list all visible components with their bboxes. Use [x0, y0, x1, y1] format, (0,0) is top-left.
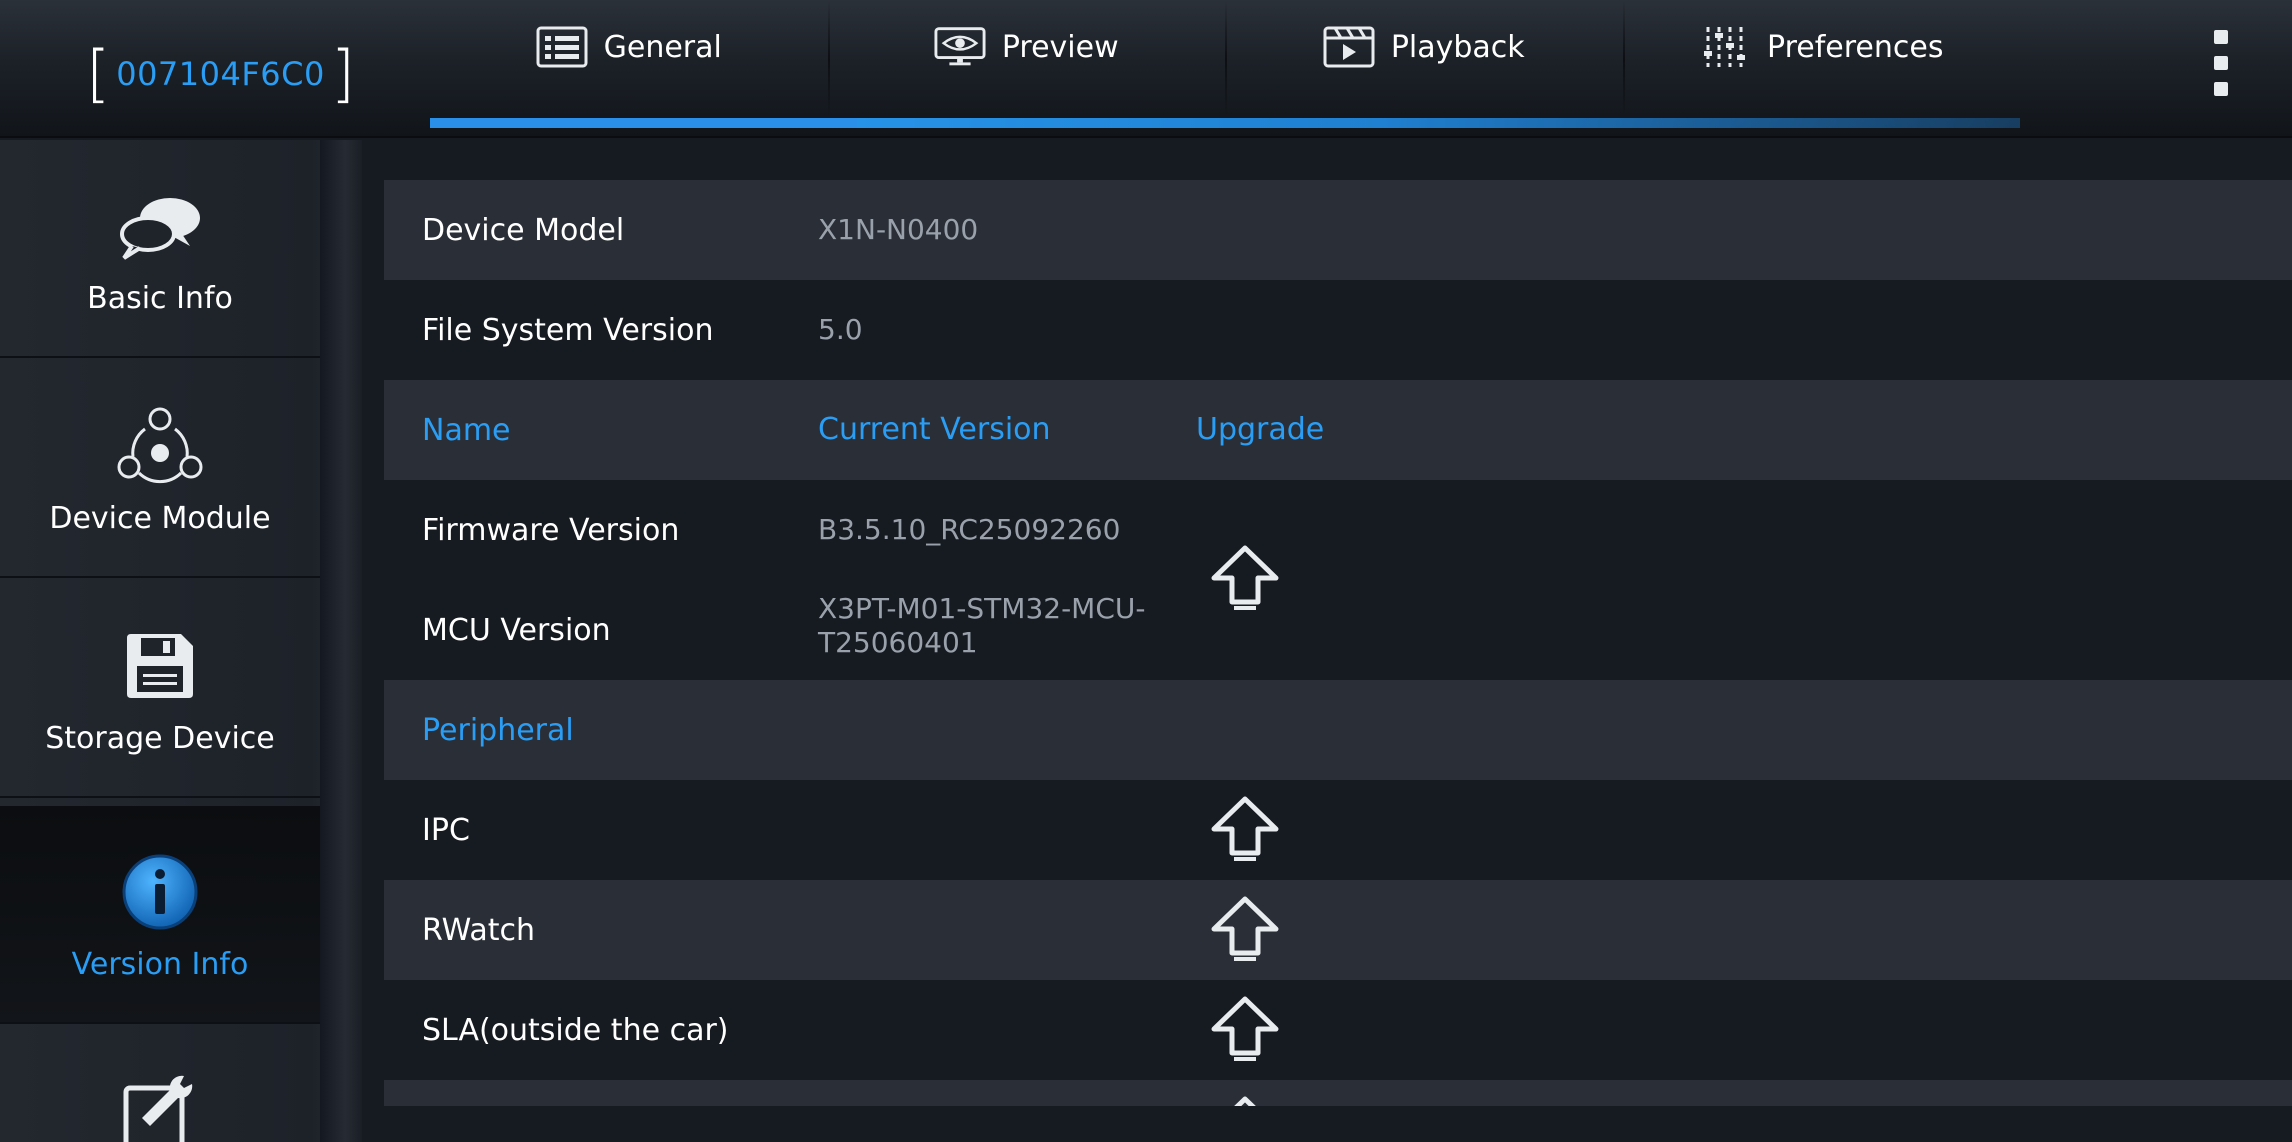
- table-row-device-model: Device Model X1N-N0400: [384, 180, 2292, 280]
- table-row-rwatch: RWatch: [384, 880, 2292, 980]
- upload-arrow-icon: [1234, 1096, 1256, 1106]
- sidebar-item-version-info[interactable]: Version Info: [0, 806, 320, 1024]
- menu-dot: [2214, 56, 2228, 70]
- sidebar-item-basic-info[interactable]: Basic Info: [0, 140, 320, 358]
- main-tabs: General Preview Playback Preferences: [430, 0, 2020, 128]
- upgrade-sla-button[interactable]: [1210, 995, 1280, 1065]
- top-bar: [ 007104F6C0 ] General Preview Playback …: [0, 0, 2292, 138]
- row-name: MCU Version: [422, 612, 611, 648]
- table-row-firmware: Firmware Version B3.5.10_RC25092260: [384, 480, 2292, 580]
- device-id-display: [ 007104F6C0 ]: [86, 42, 355, 106]
- row-value: B3.5.10_RC25092260: [818, 513, 1121, 546]
- device-id-text: 007104F6C0: [116, 55, 325, 93]
- column-header-name: Name: [422, 412, 511, 448]
- row-name: IPC: [422, 812, 470, 848]
- eye-monitor-icon: [934, 26, 986, 68]
- version-info-table: Device Model X1N-N0400 File System Versi…: [384, 180, 2292, 1142]
- tab-general[interactable]: General: [430, 0, 828, 118]
- row-name: SLA(outside the car): [422, 1012, 729, 1048]
- firmware-mcu-group: Firmware Version B3.5.10_RC25092260 MCU …: [384, 480, 2292, 680]
- table-row-fs-version: File System Version 5.0: [384, 280, 2292, 380]
- wrench-tool-icon: [110, 1028, 210, 1142]
- row-value: X1N-N0400: [818, 213, 979, 246]
- table-row-sla: SLA(outside the car): [384, 980, 2292, 1080]
- upload-arrow-icon: [1211, 896, 1279, 961]
- upgrade-partial-button[interactable]: [1210, 1095, 1280, 1106]
- table-row-peripheral-header: Peripheral: [384, 680, 2292, 780]
- sidebar-item-label: Device Module: [49, 500, 271, 536]
- upgrade-firmware-button[interactable]: [1210, 544, 1280, 614]
- tab-preferences-label: Preferences: [1767, 29, 1944, 65]
- upload-arrow-icon: [1211, 545, 1279, 610]
- upload-arrow-icon: [1211, 796, 1279, 861]
- row-name: RWatch: [422, 912, 536, 948]
- row-value-line: T25060401: [818, 626, 978, 659]
- sidebar-item-label: Storage Device: [45, 720, 275, 756]
- tab-preview[interactable]: Preview: [827, 0, 1226, 118]
- sidebar-item-storage-device[interactable]: Storage Device: [0, 580, 320, 798]
- table-header-row: Name Current Version Upgrade: [384, 380, 2292, 480]
- upgrade-ipc-button[interactable]: [1210, 795, 1280, 865]
- upgrade-rwatch-button[interactable]: [1210, 895, 1280, 965]
- row-name: Firmware Version: [422, 512, 680, 548]
- row-value-line: X3PT-M01-STM32-MCU-: [818, 592, 1146, 625]
- sliders-icon: [1699, 26, 1751, 68]
- info-circle-icon: [110, 847, 210, 937]
- tab-general-label: General: [603, 29, 722, 65]
- chat-bubbles-icon: [110, 181, 210, 271]
- left-bracket: [: [86, 37, 111, 110]
- row-name: Device Model: [422, 212, 625, 248]
- column-header-current-version: Current Version: [818, 412, 1051, 447]
- table-row-ipc: IPC: [384, 780, 2292, 880]
- active-tab-indicator: [430, 118, 857, 128]
- kebab-menu-icon[interactable]: [2206, 30, 2236, 96]
- tab-playback[interactable]: Playback: [1225, 0, 1623, 118]
- sidebar-item-tools[interactable]: [0, 1028, 320, 1142]
- sidebar: Basic Info Device Module Storage Device …: [0, 140, 362, 1142]
- upload-arrow-icon: [1211, 996, 1279, 1061]
- table-row-mcu: MCU Version X3PT-M01-STM32-MCU- T2506040…: [384, 580, 2292, 680]
- column-header-upgrade: Upgrade: [1196, 412, 1325, 447]
- row-name: File System Version: [422, 312, 714, 348]
- table-row-partial: [384, 1080, 2292, 1106]
- menu-dot: [2214, 30, 2228, 44]
- tab-underline: [430, 118, 2020, 128]
- floppy-disk-icon: [110, 621, 210, 711]
- section-header-peripheral: Peripheral: [422, 712, 574, 748]
- right-bracket: ]: [330, 37, 356, 110]
- row-value: 5.0: [818, 313, 863, 346]
- sidebar-item-label: Basic Info: [87, 280, 233, 316]
- menu-dot: [2214, 82, 2228, 96]
- row-value: X3PT-M01-STM32-MCU- T25060401: [818, 592, 1145, 660]
- tab-preview-label: Preview: [1001, 29, 1119, 65]
- grid-panel-icon: [536, 26, 588, 68]
- sidebar-divider: [320, 140, 362, 1142]
- tab-playback-label: Playback: [1390, 29, 1525, 65]
- film-play-icon: [1323, 26, 1375, 68]
- sidebar-item-label: Version Info: [71, 946, 249, 982]
- module-network-icon: [110, 401, 210, 491]
- sidebar-item-device-module[interactable]: Device Module: [0, 360, 320, 578]
- tab-preferences[interactable]: Preferences: [1622, 0, 2021, 118]
